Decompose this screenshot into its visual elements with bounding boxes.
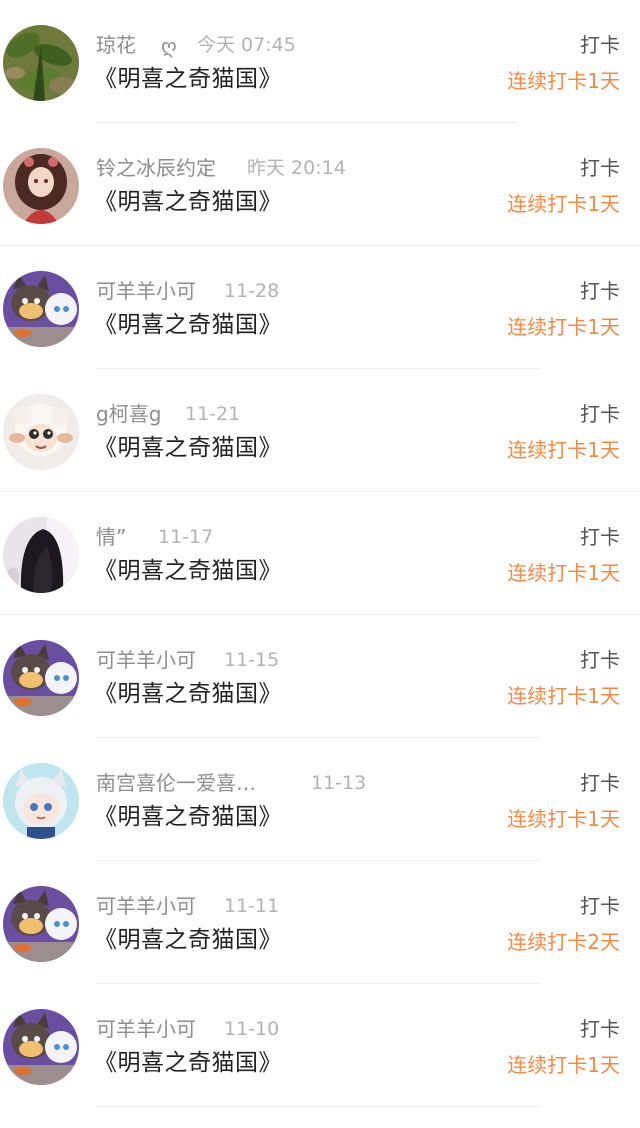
streak-label: 连续打卡1天 xyxy=(507,315,620,339)
list-item[interactable]: 南宫喜伦一爱喜… 11-13 《明喜之奇猫国》 打卡 连续打卡1天 xyxy=(0,738,640,861)
streak-label: 连续打卡1天 xyxy=(507,1053,620,1077)
streak-label: 连续打卡1天 xyxy=(507,561,620,585)
list-item[interactable]: g柯喜g 11-21 《明喜之奇猫国》 打卡 连续打卡1天 xyxy=(0,369,640,492)
list-item[interactable]: 琼花 ღ 今天 07:45 《明喜之奇猫国》 打卡 连续打卡1天 xyxy=(0,0,640,123)
checkin-type-label: 打卡 xyxy=(580,771,620,795)
post-time: 11-17 xyxy=(158,526,214,548)
post-time: 11-28 xyxy=(224,280,280,302)
streak-label: 连续打卡2天 xyxy=(507,930,620,954)
streak-label: 连续打卡1天 xyxy=(507,69,620,93)
checkin-list: 琼花 ღ 今天 07:45 《明喜之奇猫国》 打卡 连续打卡1天 铃之冰辰约定 … xyxy=(0,0,640,1128)
book-title[interactable]: 《明喜之奇猫国》 xyxy=(94,801,282,833)
avatar[interactable] xyxy=(3,640,79,716)
post-time: 11-11 xyxy=(224,895,280,917)
heart-icon: ღ xyxy=(161,34,177,58)
post-time: 11-15 xyxy=(224,649,280,671)
cartoon-cat-sheep-avatar xyxy=(3,640,79,716)
streak-label: 连续打卡1天 xyxy=(507,192,620,216)
avatar[interactable] xyxy=(3,394,79,470)
list-item[interactable]: 可羊羊小可 11-28 《明喜之奇猫国》 打卡 连续打卡1天 xyxy=(0,246,640,369)
avatar[interactable] xyxy=(3,148,79,224)
avatar[interactable] xyxy=(3,25,79,101)
streak-label: 连续打卡1天 xyxy=(507,438,620,462)
post-time: 11-21 xyxy=(185,403,241,425)
list-item[interactable]: 可羊羊小可 11-11 《明喜之奇猫国》 打卡 连续打卡2天 xyxy=(0,861,640,984)
user-name[interactable]: 铃之冰辰约定 xyxy=(96,155,216,181)
user-name[interactable]: 情” xyxy=(96,524,126,550)
user-name[interactable]: g柯喜g xyxy=(96,401,161,427)
avatar[interactable] xyxy=(3,886,79,962)
book-title[interactable]: 《明喜之奇猫国》 xyxy=(94,1047,282,1079)
list-item[interactable]: 铃之冰辰约定 昨天 20:14 《明喜之奇猫国》 打卡 连续打卡1天 xyxy=(0,123,640,246)
white-hair-anime-avatar xyxy=(3,763,79,839)
checkin-type-label: 打卡 xyxy=(580,525,620,549)
book-title[interactable]: 《明喜之奇猫国》 xyxy=(94,924,282,956)
cartoon-cat-sheep-avatar xyxy=(3,1009,79,1085)
streak-label: 连续打卡1天 xyxy=(507,684,620,708)
checkin-type-label: 打卡 xyxy=(580,648,620,672)
dark-hair-girl-avatar xyxy=(3,517,79,593)
post-time: 11-13 xyxy=(311,772,367,794)
checkin-type-label: 打卡 xyxy=(580,402,620,426)
user-name[interactable]: 可羊羊小可 xyxy=(96,893,196,919)
checkin-type-label: 打卡 xyxy=(580,279,620,303)
cartoon-sheep-avatar xyxy=(3,394,79,470)
book-title[interactable]: 《明喜之奇猫国》 xyxy=(94,63,282,95)
anime-girl-avatar xyxy=(3,148,79,224)
avatar[interactable] xyxy=(3,517,79,593)
book-title[interactable]: 《明喜之奇猫国》 xyxy=(94,432,282,464)
cartoon-cat-sheep-avatar xyxy=(3,271,79,347)
book-title[interactable]: 《明喜之奇猫国》 xyxy=(94,555,282,587)
avatar[interactable] xyxy=(3,1009,79,1085)
green-plant-avatar xyxy=(3,25,79,101)
checkin-type-label: 打卡 xyxy=(580,894,620,918)
user-name[interactable]: 琼花 xyxy=(96,32,136,58)
checkin-type-label: 打卡 xyxy=(580,156,620,180)
post-time: 11-10 xyxy=(224,1018,280,1040)
cartoon-cat-sheep-avatar xyxy=(3,886,79,962)
avatar[interactable] xyxy=(3,271,79,347)
list-item[interactable]: 可羊羊小可 11-15 《明喜之奇猫国》 打卡 连续打卡1天 xyxy=(0,615,640,738)
book-title[interactable]: 《明喜之奇猫国》 xyxy=(94,309,282,341)
divider xyxy=(96,1106,540,1107)
list-item[interactable]: 可羊羊小可 11-10 《明喜之奇猫国》 打卡 连续打卡1天 xyxy=(0,984,640,1107)
list-item[interactable]: 情” 11-17 《明喜之奇猫国》 打卡 连续打卡1天 xyxy=(0,492,640,615)
streak-label: 连续打卡1天 xyxy=(507,807,620,831)
post-time: 今天 07:45 xyxy=(197,34,296,56)
book-title[interactable]: 《明喜之奇猫国》 xyxy=(94,678,282,710)
user-name[interactable]: 可羊羊小可 xyxy=(96,278,196,304)
checkin-type-label: 打卡 xyxy=(580,33,620,57)
user-name[interactable]: 南宫喜伦一爱喜… xyxy=(96,770,256,796)
user-name[interactable]: 可羊羊小可 xyxy=(96,1016,196,1042)
user-name[interactable]: 可羊羊小可 xyxy=(96,647,196,673)
avatar[interactable] xyxy=(3,763,79,839)
book-title[interactable]: 《明喜之奇猫国》 xyxy=(94,186,282,218)
checkin-type-label: 打卡 xyxy=(580,1017,620,1041)
post-time: 昨天 20:14 xyxy=(247,157,346,179)
